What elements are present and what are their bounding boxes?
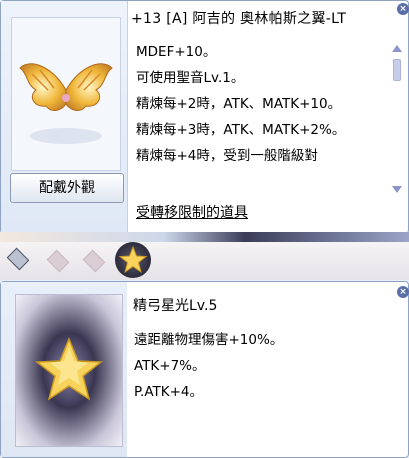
empty-slot-icon[interactable] — [46, 249, 70, 273]
card-image-pane — [1, 282, 127, 457]
golden-wings-icon — [11, 17, 121, 171]
description-line: 精煉每+3時，ATK、MATK+2%。 — [136, 122, 346, 138]
item-info-window: 配戴外觀 +13 [A] 阿吉的 奧林帕斯之翼-LT × MDEF+10。 可使… — [0, 0, 409, 234]
item-description: MDEF+10。 可使用聖音Lv.1。 精煉每+2時，ATK、MATK+10。 … — [132, 39, 384, 189]
card-slot-bar — [0, 242, 409, 280]
close-icon[interactable]: × — [397, 286, 409, 298]
window-edge-strip — [0, 232, 409, 242]
empty-slot-icon[interactable] — [6, 247, 30, 271]
transfer-restriction-link[interactable]: 受轉移限制的道具 — [136, 202, 248, 222]
close-icon[interactable]: × — [397, 3, 409, 15]
scroll-up-arrow-icon[interactable] — [392, 45, 402, 52]
description-line: ATK+7%。 — [134, 358, 206, 374]
description-line: 精煉每+2時，ATK、MATK+10。 — [136, 96, 342, 112]
empty-slot-icon[interactable] — [82, 249, 106, 273]
description-line: P.ATK+4。 — [134, 384, 204, 400]
star-card-icon — [15, 294, 123, 447]
card-description: 遠距離物理傷害+10%。 ATK+7%。 P.ATK+4。 — [134, 327, 283, 405]
card-title: 精弓星光Lv.5 — [133, 298, 218, 314]
scroll-down-arrow-icon[interactable] — [392, 186, 402, 193]
card-info-window: 精弓星光Lv.5 × 遠距離物理傷害+10%。 ATK+7%。 P.ATK+4。 — [0, 281, 409, 458]
description-line: 可使用聖音Lv.1。 — [136, 70, 245, 86]
item-title: +13 [A] 阿吉的 奧林帕斯之翼-LT — [131, 11, 347, 27]
description-scrollbar[interactable] — [391, 45, 403, 193]
description-line: MDEF+10。 — [136, 44, 217, 60]
description-line: 精煉每+4時，受到一般階級對 — [136, 148, 318, 164]
description-line: 遠距離物理傷害+10%。 — [134, 332, 284, 348]
equip-appearance-button[interactable]: 配戴外觀 — [10, 173, 124, 203]
item-image-pane: 配戴外觀 — [1, 1, 128, 233]
scroll-thumb[interactable] — [393, 59, 401, 81]
star-card-slot-icon[interactable] — [115, 242, 151, 278]
